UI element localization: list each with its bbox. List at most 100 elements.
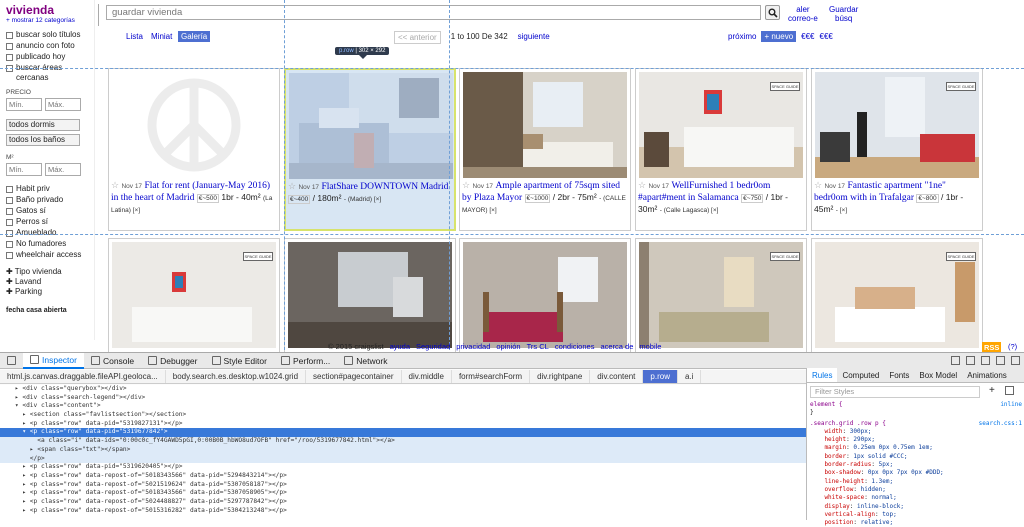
listing-image[interactable] — [463, 242, 627, 348]
footer-link-feedback[interactable]: opinión — [496, 341, 520, 352]
css-declaration[interactable]: display: inline-block; — [810, 503, 1022, 511]
css-declaration[interactable]: position: relative; — [810, 519, 1022, 527]
footer-link-terms[interactable]: condiciones — [555, 341, 595, 352]
markup-line[interactable]: ▸ <span class="txt"></span> — [0, 445, 806, 455]
listing-card[interactable]: ☆ Nov 17 Ample apartment of 75sqm sited … — [459, 68, 631, 231]
filter-nearby[interactable]: buscar áreas cercanas — [6, 63, 88, 83]
listing-card[interactable]: ☆ Nov 17 Flat for rent (January-May 2016… — [108, 68, 280, 231]
markup-line[interactable]: ▾ <div class="content"> — [0, 402, 806, 411]
filter-title-only[interactable]: buscar solo títulos — [6, 30, 88, 40]
listing-card[interactable] — [284, 238, 456, 352]
css-property[interactable]: position — [810, 519, 853, 526]
next-page-link[interactable]: siguiente — [518, 31, 550, 44]
show-categories-link[interactable]: + mostrar 12 categorías — [6, 17, 88, 24]
tab-console[interactable]: Console — [84, 353, 141, 369]
filter-private-bath[interactable]: Baño privado — [6, 195, 88, 205]
listing-card[interactable]: SPACE GUIDE — [811, 238, 983, 352]
css-declaration[interactable]: overflow: hidden; — [810, 486, 1022, 494]
css-declaration[interactable]: box-shadow: 0px 0px 7px 0px #DDD; — [810, 469, 1022, 477]
breadcrumb-item[interactable]: section#pagecontainer — [306, 370, 402, 383]
prev-page-button[interactable]: << anterior — [394, 31, 441, 44]
css-property[interactable]: vertical-align — [810, 511, 875, 518]
markup-line[interactable]: ▸ <p class="row" data-repost-of="5021519… — [0, 481, 806, 490]
search-button[interactable] — [765, 5, 780, 20]
css-value[interactable]: normal; — [871, 494, 896, 501]
rule-source-link[interactable]: search.css:1 — [979, 420, 1022, 428]
pseudo-class-icon[interactable] — [1005, 386, 1014, 395]
favorite-star-icon[interactable]: ☆ — [288, 181, 296, 191]
markup-line[interactable]: ▸ <div class="search-legend"></div> — [0, 394, 806, 403]
filter-dogs[interactable]: Perros sí — [6, 217, 88, 227]
listing-image[interactable]: SPACE GUIDE — [112, 242, 276, 348]
listing-title[interactable]: FlatShare DOWNTOWN Madrid — [321, 182, 448, 192]
filter-private-room[interactable]: Habit priv — [6, 184, 88, 194]
css-value[interactable]: top; — [882, 511, 896, 518]
footer-link-about[interactable]: acerca de — [600, 341, 633, 352]
breadcrumb-item[interactable]: div.rightpane — [530, 370, 591, 383]
listing-image[interactable]: SPACE GUIDE — [815, 72, 979, 178]
checkbox[interactable] — [6, 43, 13, 50]
listing-card-highlighted[interactable]: ☆ Nov 17 FlatShare DOWNTOWN Madrid €~400… — [284, 68, 456, 231]
favorite-star-icon[interactable]: ☆ — [462, 180, 470, 190]
css-value[interactable]: 5px; — [879, 461, 893, 468]
expander-housing-type[interactable]: ✚ Tipo vivienda — [6, 267, 88, 277]
css-property[interactable]: overflow — [810, 486, 853, 493]
breadcrumb-item[interactable]: div.middle — [402, 370, 452, 383]
footer-link-mobile[interactable]: mobile — [639, 341, 661, 352]
filter-styles-input[interactable]: Filter Styles — [810, 386, 980, 398]
footer-link-safety[interactable]: Seguridad — [416, 341, 450, 352]
next-link-right[interactable]: próximo — [728, 31, 756, 42]
css-value[interactable]: 0.25em 0px 0.75em 1em; — [853, 444, 932, 451]
breadcrumb-item-active[interactable]: p.row — [643, 370, 678, 383]
view-tab-gallery[interactable]: Galería — [178, 31, 211, 42]
tab-rules[interactable]: Rules — [807, 368, 838, 382]
markup-line[interactable]: ▸ <p class="row" data-repost-of="5018343… — [0, 472, 806, 481]
settings-icon[interactable] — [981, 356, 990, 365]
favorite-star-icon[interactable]: ☆ — [638, 180, 646, 190]
listing-card[interactable] — [459, 238, 631, 352]
listing-image[interactable]: SPACE GUIDE — [639, 72, 803, 178]
expander-laundry[interactable]: ✚ Lavand — [6, 277, 88, 287]
tab-debugger[interactable]: Debugger — [141, 353, 204, 369]
css-property[interactable]: display — [810, 503, 849, 510]
css-declaration[interactable]: vertical-align: top; — [810, 511, 1022, 519]
css-declaration[interactable]: width: 300px; — [810, 428, 1022, 436]
filter-furnished[interactable]: Amueblado — [6, 228, 88, 238]
css-property[interactable]: box-shadow — [810, 469, 860, 476]
expander-parking[interactable]: ✚ Parking — [6, 287, 88, 297]
breadcrumb-item[interactable]: a.i — [678, 370, 702, 383]
breadcrumb-item[interactable]: html.js.canvas.draggable.fileAPI.geoloca… — [0, 370, 166, 383]
listing-image[interactable] — [289, 73, 453, 179]
checkbox[interactable] — [6, 219, 13, 226]
breadcrumb-item[interactable]: body.search.es.desktop.w1024.grid — [166, 370, 307, 383]
css-value[interactable]: 1.3em; — [871, 478, 893, 485]
checkbox[interactable] — [6, 186, 13, 193]
css-value[interactable]: 0px 0px 7px 0px #DDD; — [868, 469, 944, 476]
search-input[interactable]: guardar vivienda — [106, 5, 761, 20]
css-property[interactable]: white-space — [810, 494, 864, 501]
css-property[interactable]: margin — [810, 444, 846, 451]
listing-image-placeholder[interactable] — [112, 72, 276, 178]
devtools-pick-element[interactable] — [0, 353, 23, 369]
css-property[interactable]: border — [810, 453, 846, 460]
rule-selector[interactable]: .search.grid .row p { — [810, 420, 886, 427]
new-posting-button[interactable]: + nuevo — [761, 31, 797, 42]
footer-link-privacy[interactable]: privacidad — [456, 341, 490, 352]
checkbox[interactable] — [6, 197, 13, 204]
min-area-input[interactable] — [6, 163, 42, 176]
tab-box-model[interactable]: Box Model — [914, 368, 962, 382]
tab-performance[interactable]: Perform... — [274, 353, 337, 369]
favorite-star-icon[interactable]: ☆ — [814, 180, 822, 190]
checkbox[interactable] — [6, 65, 13, 72]
filter-cats[interactable]: Gatos sí — [6, 206, 88, 216]
markup-line[interactable]: ▸ <p class="row" data-pid="5319827131"><… — [0, 420, 806, 429]
favorite-star-icon[interactable]: ☆ — [111, 180, 119, 190]
markup-line[interactable]: ▸ <div class="querybox"></div> — [0, 385, 806, 394]
dock-icon[interactable] — [996, 356, 1005, 365]
breadcrumb-item[interactable]: form#searchForm — [452, 370, 531, 383]
checkbox[interactable] — [6, 241, 13, 248]
css-declaration[interactable]: border: 1px solid #CCC; — [810, 453, 1022, 461]
css-declaration[interactable]: white-space: normal; — [810, 494, 1022, 502]
save-search-link[interactable]: Guardar búsq — [829, 5, 858, 23]
css-property[interactable]: width — [810, 428, 842, 435]
